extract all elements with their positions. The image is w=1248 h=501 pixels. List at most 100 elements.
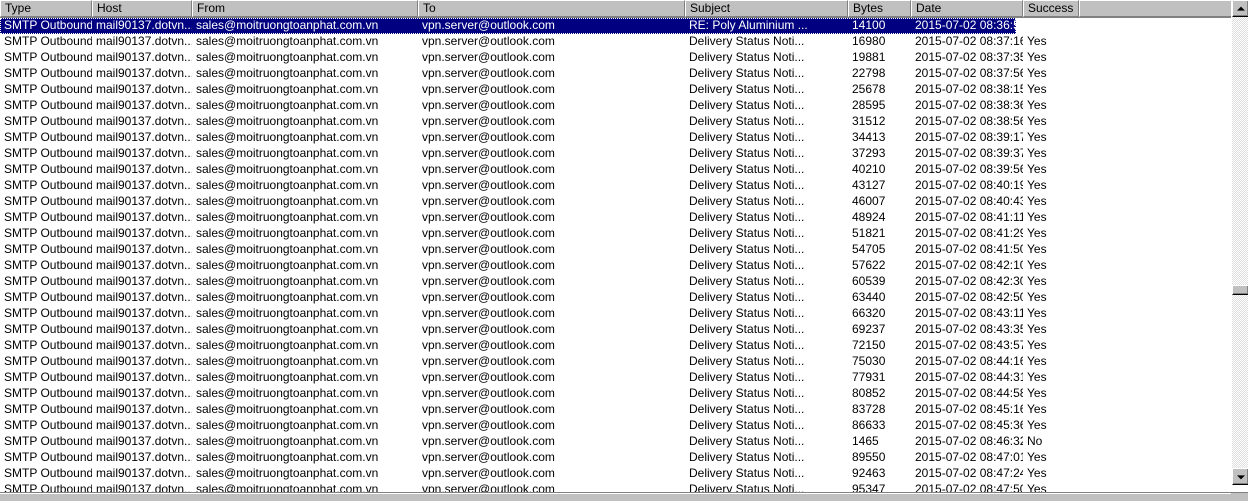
table-row[interactable]: SMTP Outbound mail90137.dotvn... sales@moi… xyxy=(0,34,1220,50)
cell-success: Yes xyxy=(1027,50,1047,64)
column-header-from[interactable]: From xyxy=(192,0,418,17)
table-row[interactable]: SMTP Outbound mail90137.dotvn... sales@moi… xyxy=(0,402,1220,418)
cell-bytes: 72150 xyxy=(852,338,886,352)
table-row[interactable]: SMTP Outbound mail90137.dotvn... sales@moi… xyxy=(0,146,1220,162)
cell-host: mail90137.dotvn... xyxy=(96,338,192,352)
cell-from: sales@moitruongtoanphat.com.vn xyxy=(196,66,379,80)
column-header-bytes[interactable]: Bytes xyxy=(848,0,911,17)
cell-to: vpn.server@outlook.com xyxy=(422,34,555,48)
column-header-success[interactable]: Success xyxy=(1023,0,1079,17)
table-row[interactable]: SMTP Outbound mail90137.dotvn... sales@moi… xyxy=(0,274,1220,290)
triangle-down-icon xyxy=(1236,474,1245,479)
vertical-scrollbar-thumb[interactable] xyxy=(1232,285,1248,295)
cell-subject: Delivery Status Noti... xyxy=(689,290,805,304)
table-row[interactable]: SMTP Outbound mail90137.dotvn... sales@moi… xyxy=(0,226,1220,242)
table-row[interactable]: SMTP Outbound mail90137.dotvn... sales@moi… xyxy=(0,322,1220,338)
column-header-type[interactable]: Type xyxy=(0,0,92,17)
horizontal-scrollbar[interactable] xyxy=(0,493,1248,501)
table-row[interactable]: SMTP Outbound mail90137.dotvn... sales@moi… xyxy=(0,242,1220,258)
table-row[interactable]: SMTP Outbound mail90137.dotvn... sales@moi… xyxy=(0,162,1220,178)
cell-from: sales@moitruongtoanphat.com.vn xyxy=(196,466,379,480)
vertical-scrollbar-track[interactable] xyxy=(1232,17,1248,468)
column-header-from-label: From xyxy=(197,1,225,15)
column-header-date[interactable]: Date xyxy=(911,0,1023,17)
cell-success: Yes xyxy=(1027,338,1047,352)
table-row[interactable]: SMTP Outbound mail90137.dotvn... sales@moi… xyxy=(0,258,1220,274)
scroll-up-button[interactable] xyxy=(1232,0,1248,17)
table-row[interactable]: SMTP Outbound mail90137.dotvn... sales@moi… xyxy=(0,194,1220,210)
cell-bytes: 46007 xyxy=(852,194,886,208)
cell-from: sales@moitruongtoanphat.com.vn xyxy=(196,82,379,96)
cell-type: SMTP Outbound xyxy=(4,466,92,480)
cell-bytes: 83728 xyxy=(852,402,886,416)
table-row[interactable]: SMTP Outbound mail90137.dotvn... sales@moi… xyxy=(0,370,1220,386)
cell-date: 2015-07-02 08:39:37 xyxy=(915,146,1023,160)
cell-from: sales@moitruongtoanphat.com.vn xyxy=(196,162,379,176)
table-row[interactable]: SMTP Outbound mail90137.dotvn... sales@moi… xyxy=(0,418,1220,434)
cell-bytes: 54705 xyxy=(852,242,886,256)
cell-to: vpn.server@outlook.com xyxy=(422,98,555,112)
cell-date: 2015-07-02 08:39:56 xyxy=(915,162,1023,176)
cell-from: sales@moitruongtoanphat.com.vn xyxy=(196,210,379,224)
cell-from: sales@moitruongtoanphat.com.vn xyxy=(196,450,379,464)
cell-host: mail90137.dotvn... xyxy=(96,210,192,224)
cell-host: mail90137.dotvn... xyxy=(96,402,192,416)
cell-host: mail90137.dotvn... xyxy=(96,146,192,160)
cell-bytes: 60539 xyxy=(852,274,886,288)
cell-subject: Delivery Status Noti... xyxy=(689,114,805,128)
table-row[interactable]: SMTP Outbound mail90137.dotvn... sales@moi… xyxy=(0,306,1220,322)
table-row[interactable]: SMTP Outbound mail90137.dotvn... sales@moi… xyxy=(0,210,1220,226)
cell-host: mail90137.dotvn... xyxy=(96,130,192,144)
cell-from: sales@moitruongtoanphat.com.vn xyxy=(196,18,379,32)
cell-success: No xyxy=(1027,434,1043,448)
mail-log-listview[interactable]: Type Host From To Subject Bytes Date Success SM… xyxy=(0,0,1248,501)
cell-to: vpn.server@outlook.com xyxy=(422,242,555,256)
cell-bytes: 19881 xyxy=(852,50,886,64)
table-row[interactable]: SMTP Outbound mail90137.dotvn... sales@moi… xyxy=(0,290,1220,306)
vertical-scrollbar[interactable] xyxy=(1231,0,1248,485)
cell-host: mail90137.dotvn... xyxy=(96,322,192,336)
cell-from: sales@moitruongtoanphat.com.vn xyxy=(196,178,379,192)
cell-host: mail90137.dotvn... xyxy=(96,466,192,480)
table-row[interactable]: SMTP Outbound mail90137.dotvn... sales@moi… xyxy=(0,354,1220,370)
column-header-to[interactable]: To xyxy=(418,0,685,17)
table-row[interactable]: SMTP Outbound mail90137.dotvn... sales@moi… xyxy=(0,50,1220,66)
cell-success: Yes xyxy=(1027,274,1047,288)
cell-bytes: 28595 xyxy=(852,98,886,112)
cell-subject: Delivery Status Noti... xyxy=(689,434,805,448)
table-row[interactable]: SMTP Outbound mail90137.dotvn... sales@moi… xyxy=(0,450,1220,466)
cell-subject: Delivery Status Noti... xyxy=(689,450,805,464)
table-row[interactable]: SMTP Outbound mail90137.dotvn... sales@moi… xyxy=(0,434,1220,450)
column-header-host[interactable]: Host xyxy=(92,0,192,17)
table-row[interactable]: SMTP Outbound mail90137.dotvn... sales@moi… xyxy=(0,18,1047,34)
cell-success: Yes xyxy=(1027,18,1047,32)
cell-subject: Delivery Status Noti... xyxy=(689,418,805,432)
table-row[interactable]: SMTP Outbound mail90137.dotvn... sales@moi… xyxy=(0,98,1220,114)
cell-from: sales@moitruongtoanphat.com.vn xyxy=(196,274,379,288)
cell-success: Yes xyxy=(1027,146,1047,160)
cell-type: SMTP Outbound xyxy=(4,210,92,224)
cell-to: vpn.server@outlook.com xyxy=(422,82,555,96)
table-row[interactable]: SMTP Outbound mail90137.dotvn... sales@moi… xyxy=(0,466,1220,482)
table-row[interactable]: SMTP Outbound mail90137.dotvn... sales@moi… xyxy=(0,114,1220,130)
cell-date: 2015-07-02 08:38:36 xyxy=(915,98,1023,112)
table-row[interactable]: SMTP Outbound mail90137.dotvn... sales@moi… xyxy=(0,66,1220,82)
listview-rows-container[interactable]: SMTP Outbound mail90137.dotvn... sales@moi… xyxy=(0,18,1220,493)
cell-bytes: 57622 xyxy=(852,258,886,272)
cell-bytes: 63440 xyxy=(852,290,886,304)
scroll-down-button[interactable] xyxy=(1232,468,1248,485)
table-row[interactable]: SMTP Outbound mail90137.dotvn... sales@moi… xyxy=(0,82,1220,98)
cell-type: SMTP Outbound xyxy=(4,370,92,384)
column-header-subject[interactable]: Subject xyxy=(685,0,848,17)
cell-to: vpn.server@outlook.com xyxy=(422,178,555,192)
column-header-host-label: Host xyxy=(97,1,122,15)
table-row[interactable]: SMTP Outbound mail90137.dotvn... sales@moi… xyxy=(0,130,1220,146)
cell-date: 2015-07-02 08:43:57 xyxy=(915,338,1023,352)
table-row[interactable]: SMTP Outbound mail90137.dotvn... sales@moi… xyxy=(0,386,1220,402)
cell-subject: Delivery Status Noti... xyxy=(689,370,805,384)
cell-type: SMTP Outbound xyxy=(4,226,92,240)
cell-subject: Delivery Status Noti... xyxy=(689,66,805,80)
table-row[interactable]: SMTP Outbound mail90137.dotvn... sales@moi… xyxy=(0,338,1220,354)
table-row[interactable]: SMTP Outbound mail90137.dotvn... sales@moi… xyxy=(0,178,1220,194)
cell-bytes: 31512 xyxy=(852,114,886,128)
